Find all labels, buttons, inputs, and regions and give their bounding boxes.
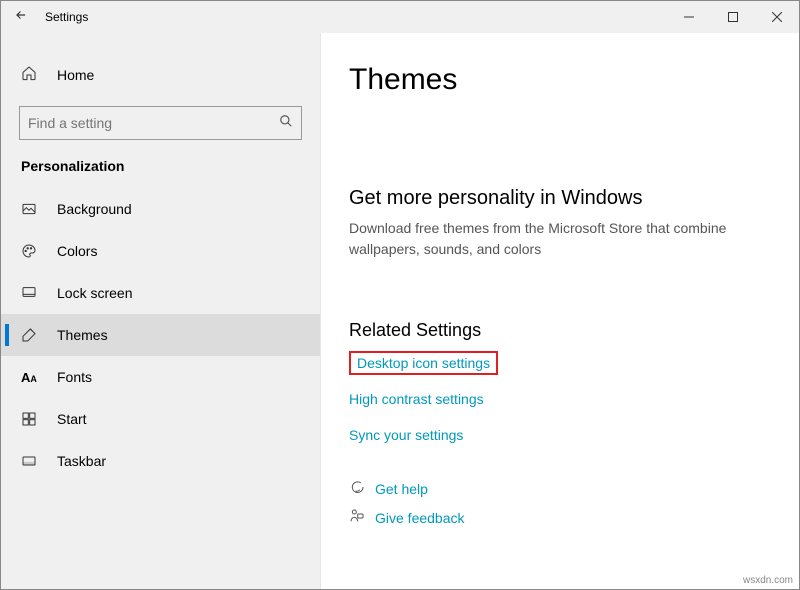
attribution: wsxdn.com (743, 575, 793, 586)
sidebar-item-colors[interactable]: Colors (1, 230, 320, 272)
themes-icon (21, 327, 41, 343)
home-icon (21, 65, 41, 84)
category-label: Personalization (1, 158, 320, 188)
search-input[interactable] (28, 115, 279, 131)
nav-label: Background (57, 201, 132, 217)
palette-icon (21, 243, 41, 259)
feedback-icon (349, 508, 375, 527)
back-button[interactable] (1, 8, 41, 27)
sidebar-item-background[interactable]: Background (1, 188, 320, 230)
nav-label: Fonts (57, 369, 92, 385)
give-feedback-link[interactable]: Give feedback (349, 508, 771, 527)
minimize-button[interactable] (667, 1, 711, 33)
picture-icon (21, 201, 41, 217)
nav-label: Themes (57, 327, 108, 343)
search-box[interactable] (19, 106, 302, 140)
home-label: Home (57, 67, 94, 83)
sidebar-item-themes[interactable]: Themes (1, 314, 320, 356)
search-icon (279, 114, 293, 133)
related-heading: Related Settings (349, 320, 771, 341)
sidebar-item-start[interactable]: Start (1, 398, 320, 440)
get-help-link[interactable]: Get help (349, 479, 771, 498)
nav-label: Lock screen (57, 285, 132, 301)
start-icon (21, 411, 41, 427)
window-controls (667, 1, 799, 33)
sidebar-item-lockscreen[interactable]: Lock screen (1, 272, 320, 314)
lockscreen-icon (21, 285, 41, 301)
sidebar-item-taskbar[interactable]: Taskbar (1, 440, 320, 482)
help-icon (349, 479, 375, 498)
link-desktop-icon-settings[interactable]: Desktop icon settings (349, 351, 498, 375)
link-high-contrast[interactable]: High contrast settings (349, 387, 484, 411)
maximize-button[interactable] (711, 1, 755, 33)
link-sync-settings[interactable]: Sync your settings (349, 423, 463, 447)
window-title: Settings (41, 10, 667, 24)
sidebar: Home Personalization Background Colors L… (1, 33, 321, 589)
nav-label: Start (57, 411, 87, 427)
help-label: Get help (375, 481, 428, 497)
fonts-icon: AA (21, 370, 41, 385)
taskbar-icon (21, 453, 41, 469)
titlebar: Settings (1, 1, 799, 33)
promo-title: Get more personality in Windows (349, 187, 771, 210)
nav-label: Taskbar (57, 453, 106, 469)
promo-description: Download free themes from the Microsoft … (349, 218, 729, 260)
content-pane: Themes Get more personality in Windows D… (321, 33, 799, 589)
sidebar-item-fonts[interactable]: AA Fonts (1, 356, 320, 398)
nav-label: Colors (57, 243, 97, 259)
close-button[interactable] (755, 1, 799, 33)
feedback-label: Give feedback (375, 510, 465, 526)
page-title: Themes (349, 63, 771, 97)
home-link[interactable]: Home (1, 57, 320, 92)
